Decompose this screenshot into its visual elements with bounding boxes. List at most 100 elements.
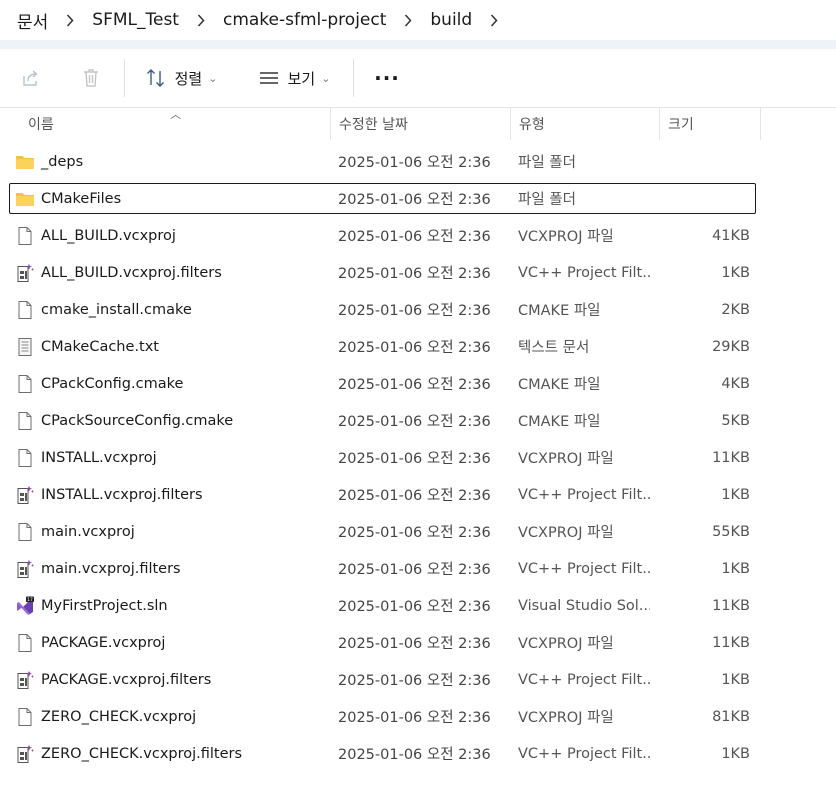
share-button[interactable]	[0, 58, 62, 98]
file-name-cell[interactable]: ZERO_CHECK.vcxproj	[15, 707, 196, 727]
file-name-cell[interactable]: CMakeFiles	[15, 189, 121, 209]
share-icon	[23, 70, 38, 86]
file-date: 2025-01-06 오전 2:36	[338, 710, 491, 726]
file-name-cell[interactable]: ALL_BUILD.vcxproj	[15, 226, 176, 246]
folder-icon	[15, 189, 35, 209]
file-date: 2025-01-06 오전 2:36	[338, 229, 491, 245]
chevron-right-icon[interactable]	[56, 13, 92, 27]
chevron-right-icon[interactable]	[394, 13, 430, 27]
file-type: VC++ Project Filt...	[518, 745, 650, 762]
file-name: CPackConfig.cmake	[41, 375, 184, 392]
file-row[interactable]: CMakeFiles 2025-01-06 오전 2:36 파일 폴더	[9, 183, 756, 214]
view-button[interactable]: 보기 ⌄	[241, 58, 347, 98]
file-size: 1KB	[721, 560, 750, 577]
file-row[interactable]: cmake_install.cmake 2025-01-06 오전 2:36 CMA…	[9, 294, 756, 325]
column-header-type[interactable]: 유형	[511, 108, 659, 140]
file-name-cell[interactable]: main.vcxproj	[15, 522, 135, 542]
file-name-cell[interactable]: ALL_BUILD.vcxproj.filters	[15, 263, 222, 283]
file-type: Visual Studio Sol...	[518, 597, 650, 614]
file-name-cell[interactable]: main.vcxproj.filters	[15, 559, 181, 579]
file-type: VCXPROJ 파일	[518, 525, 614, 541]
file-row[interactable]: main.vcxproj 2025-01-06 오전 2:36 VCXPROJ 파일…	[9, 516, 756, 547]
file-size: 5KB	[721, 412, 750, 429]
file-name: CMakeFiles	[41, 190, 122, 207]
file-row[interactable]: ALL_BUILD.vcxproj.filters 2025-01-06 오전 2…	[9, 257, 756, 288]
text-file-icon	[15, 337, 35, 357]
file-name-cell[interactable]: INSTALL.vcxproj	[15, 448, 157, 468]
file-date: 2025-01-06 오전 2:36	[338, 488, 491, 504]
vc-filters-icon	[15, 670, 35, 690]
column-header: 이름 수정한 날짜 유형 크기	[0, 108, 836, 140]
breadcrumb-item-build[interactable]: build	[430, 10, 480, 30]
chevron-right-icon[interactable]	[187, 13, 223, 27]
file-date: 2025-01-06 오전 2:36	[338, 192, 491, 208]
file-size: 1KB	[721, 671, 750, 688]
file-name: INSTALL.vcxproj	[41, 449, 157, 466]
file-date: 2025-01-06 오전 2:36	[338, 747, 491, 763]
file-row[interactable]: _deps 2025-01-06 오전 2:36 파일 폴더	[9, 146, 756, 177]
delete-button[interactable]	[62, 58, 120, 98]
file-row[interactable]: ALL_BUILD.vcxproj 2025-01-06 오전 2:36 VCXPR…	[9, 220, 756, 251]
file-name: ALL_BUILD.vcxproj	[41, 227, 176, 244]
folder-icon	[15, 152, 35, 172]
file-date: 2025-01-06 오전 2:36	[338, 340, 491, 356]
file-date: 2025-01-06 오전 2:36	[338, 525, 491, 541]
file-name: PACKAGE.vcxproj	[41, 634, 166, 651]
file-name-cell[interactable]: _deps	[15, 152, 83, 172]
file-type: VC++ Project Filt...	[518, 560, 650, 577]
file-name-cell[interactable]: CMakeCache.txt	[15, 337, 159, 357]
sort-ascending-icon: ︿	[170, 108, 181, 121]
vc-filters-icon	[15, 559, 35, 579]
file-name-cell[interactable]: cmake_install.cmake	[15, 300, 192, 320]
breadcrumb-item-sfml-test[interactable]: SFML_Test	[92, 10, 187, 30]
file-row[interactable]: main.vcxproj.filters 2025-01-06 오전 2:36 VC…	[9, 553, 756, 584]
file-icon	[15, 707, 35, 727]
file-type: VCXPROJ 파일	[518, 451, 614, 467]
breadcrumb-item-documents[interactable]: 문서	[17, 8, 56, 33]
file-name-cell[interactable]: CPackSourceConfig.cmake	[15, 411, 233, 431]
breadcrumb-item-cmake-sfml-project[interactable]: cmake-sfml-project	[223, 10, 394, 30]
file-name-cell[interactable]: CPackConfig.cmake	[15, 374, 183, 394]
chevron-down-icon: ⌄	[321, 71, 331, 85]
file-name: INSTALL.vcxproj.filters	[41, 486, 203, 503]
column-divider[interactable]	[760, 108, 761, 140]
chevron-down-icon: ⌄	[208, 71, 218, 85]
file-row[interactable]: PACKAGE.vcxproj.filters 2025-01-06 오전 2:3…	[9, 664, 756, 695]
file-type: 파일 폴더	[518, 155, 576, 171]
file-row[interactable]: CPackConfig.cmake 2025-01-06 오전 2:36 CMAKE…	[9, 368, 756, 399]
file-row[interactable]: PACKAGE.vcxproj 2025-01-06 오전 2:36 VCXPROJ…	[9, 627, 756, 658]
column-header-size[interactable]: 크기	[660, 108, 760, 140]
chevron-right-icon[interactable]	[480, 13, 516, 27]
file-name: main.vcxproj.filters	[41, 560, 181, 577]
file-type: CMAKE 파일	[518, 414, 601, 430]
file-type: CMAKE 파일	[518, 377, 601, 393]
file-name-cell[interactable]: PACKAGE.vcxproj.filters	[15, 670, 211, 690]
file-name-cell[interactable]: ZERO_CHECK.vcxproj.filters	[15, 744, 242, 764]
file-row[interactable]: ZERO_CHECK.vcxproj 2025-01-06 오전 2:36 VCXP…	[9, 701, 756, 732]
file-icon	[15, 633, 35, 653]
more-icon: ···	[374, 66, 400, 90]
file-name: CPackSourceConfig.cmake	[41, 412, 234, 429]
file-size: 1KB	[721, 745, 750, 762]
file-row[interactable]: 17 MyFirstProject.sln 2025-01-06 오전 2:36 Vi…	[9, 590, 756, 621]
file-size: 41KB	[712, 227, 750, 244]
file-row[interactable]: CMakeCache.txt 2025-01-06 오전 2:36 텍스트 문서 29…	[9, 331, 756, 362]
column-header-date[interactable]: 수정한 날짜	[331, 108, 510, 140]
file-icon	[15, 448, 35, 468]
file-type: VC++ Project Filt...	[518, 671, 650, 688]
file-name-cell[interactable]: INSTALL.vcxproj.filters	[15, 485, 203, 505]
more-options-button[interactable]: ···	[362, 58, 412, 98]
file-row[interactable]: CPackSourceConfig.cmake 2025-01-06 오전 2:3…	[9, 405, 756, 436]
sort-button[interactable]: 정렬 ⌄	[129, 58, 233, 98]
command-bar: 정렬 ⌄ 보기 ⌄ ···	[0, 49, 836, 108]
vc-filters-icon	[15, 263, 35, 283]
file-name: ZERO_CHECK.vcxproj.filters	[41, 745, 243, 762]
file-row[interactable]: ZERO_CHECK.vcxproj.filters 2025-01-06 오전 …	[9, 738, 756, 769]
file-name-cell[interactable]: 17 MyFirstProject.sln	[15, 596, 168, 616]
file-row[interactable]: INSTALL.vcxproj.filters 2025-01-06 오전 2:3…	[9, 479, 756, 510]
file-type: VC++ Project Filt...	[518, 264, 650, 281]
file-name: PACKAGE.vcxproj.filters	[41, 671, 212, 688]
file-name: main.vcxproj	[41, 523, 135, 540]
file-row[interactable]: INSTALL.vcxproj 2025-01-06 오전 2:36 VCXPROJ…	[9, 442, 756, 473]
file-name-cell[interactable]: PACKAGE.vcxproj	[15, 633, 165, 653]
